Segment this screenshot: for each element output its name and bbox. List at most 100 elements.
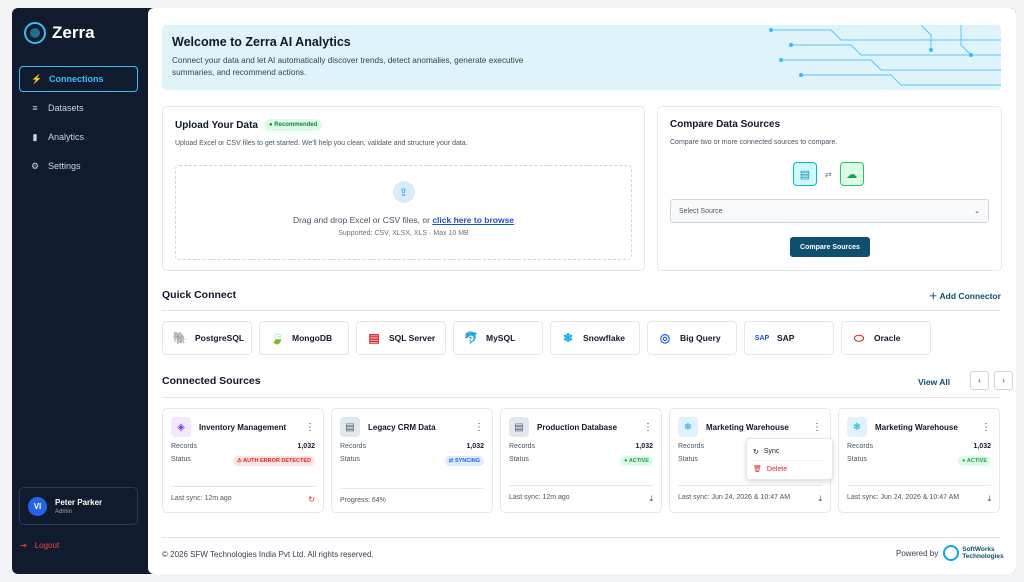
status-badge: ⇄ SYNCING (444, 456, 484, 466)
cube-icon: ◈ (171, 417, 191, 437)
sidebar-item-connections[interactable]: ⚡ Connections (19, 66, 138, 92)
user-card[interactable]: VI Peter Parker Admin (19, 487, 138, 525)
last-sync: Last sync: Jun 24, 2026 & 10:47 AM (847, 494, 960, 501)
upload-cloud-icon: ⇪ (392, 181, 415, 203)
source-select[interactable]: Select Source ⌄ (670, 199, 989, 223)
status-badge: ⚠ AUTH ERROR DETECTED (232, 456, 315, 466)
more-menu-icon[interactable]: ⋮ (812, 422, 822, 433)
add-connector-button[interactable]: ＋ Add Connector (929, 290, 1001, 302)
connector-postgresql[interactable]: 🐘 PostgreSQL (162, 321, 252, 355)
app-logo: Zerra (24, 22, 95, 44)
download-icon[interactable]: ⤓ (818, 494, 822, 504)
powered-by: Powered by SoftWorks Technologies (896, 545, 1004, 561)
snowflake-icon: ❄ (562, 331, 574, 345)
welcome-banner: Welcome to Zerra AI Analytics Connect yo… (162, 25, 1001, 90)
logout-button[interactable]: ⇥ Logout (20, 541, 59, 550)
sidebar-item-analytics[interactable]: ▮ Analytics (19, 124, 138, 150)
divider (162, 397, 1001, 398)
source-name: Inventory Management (199, 422, 287, 432)
connector-snowflake[interactable]: ❄ Snowflake (550, 321, 640, 355)
quick-connect-title: Quick Connect (162, 289, 237, 301)
sidebar-item-label: Connections (49, 74, 104, 84)
connector-sql-server[interactable]: ▤ SQL Server (356, 321, 446, 355)
source-name: Marketing Warehouse (875, 422, 958, 432)
more-menu-icon[interactable]: ⋮ (643, 422, 653, 433)
connector-mongodb[interactable]: 🍃 MongoDB (259, 321, 349, 355)
chevron-down-icon: ⌄ (974, 208, 980, 215)
sidebar-item-label: Datasets (48, 103, 84, 113)
menu-item-delete[interactable]: 🗑 Delete (753, 460, 826, 477)
retry-icon[interactable]: ↻ (308, 495, 315, 504)
quick-connect-list: 🐘 PostgreSQL 🍃 MongoDB ▤ SQL Server 🐬 MySQL … (162, 321, 931, 355)
sidebar-item-settings[interactable]: ⚙ Settings (19, 153, 138, 179)
app-window: Zerra ⚡ Connections ≡ Datasets ▮ Analyti… (12, 8, 1016, 574)
source-context-menu: ↻ Sync 🗑 Delete (746, 438, 833, 480)
status-badge: ● ACTIVE (620, 456, 653, 466)
download-icon[interactable]: ⤓ (987, 494, 991, 504)
cloud-icon: ☁ (839, 162, 864, 186)
sidebar: Zerra ⚡ Connections ≡ Datasets ▮ Analyti… (12, 8, 148, 574)
last-sync: Last sync: 12m ago (171, 495, 232, 502)
view-all-link[interactable]: View All (918, 377, 950, 387)
compare-icons: ▤ ⇄ ☁ (793, 162, 864, 186)
mysql-icon: 🐬 (463, 331, 479, 345)
file-dropzone[interactable]: ⇪ Drag and drop Excel or CSV files, or c… (175, 165, 632, 260)
connector-mysql[interactable]: 🐬 MySQL (453, 321, 543, 355)
upload-title: Upload Your Data (175, 119, 258, 131)
user-name: Peter Parker (55, 497, 103, 507)
prev-page-button[interactable]: ‹ (970, 371, 989, 390)
sidebar-nav: ⚡ Connections ≡ Datasets ▮ Analytics ⚙ S… (19, 66, 138, 182)
more-menu-icon[interactable]: ⋮ (474, 422, 484, 433)
source-card[interactable]: ❄ Marketing Warehouse ⋮ Records 1,032 Sta… (838, 408, 1000, 513)
compare-sources-button[interactable]: Compare Sources (790, 237, 870, 257)
trash-icon: 🗑 (753, 466, 762, 473)
footer-divider (162, 537, 1001, 538)
sidebar-item-label: Analytics (48, 132, 85, 142)
connector-sap[interactable]: SAP SAP (744, 321, 834, 355)
recommended-badge: ● Recommended (263, 119, 323, 131)
drop-instructions: Drag and drop Excel or CSV files, or cli… (292, 215, 515, 225)
postgresql-icon: 🐘 (172, 331, 188, 345)
source-name: Legacy CRM Data (368, 422, 436, 432)
status-badge: ● ACTIVE (958, 456, 991, 466)
compare-title: Compare Data Sources (670, 119, 781, 130)
bigquery-icon: ◎ (659, 331, 671, 345)
compare-card: Compare Data Sources Compare two or more… (657, 106, 1002, 271)
next-page-button[interactable]: › (994, 371, 1013, 390)
more-menu-icon[interactable]: ⋮ (305, 422, 315, 433)
server-icon: ▤ (340, 417, 360, 437)
avatar: VI (28, 496, 47, 516)
database-icon: ▤ (793, 162, 817, 186)
browse-link[interactable]: click here to browse (432, 215, 514, 225)
snowflake-icon: ❄ (678, 417, 698, 437)
sync-progress: Progress: 64% (340, 497, 386, 504)
main-content: Welcome to Zerra AI Analytics Connect yo… (148, 8, 1016, 574)
more-menu-icon[interactable]: ⋮ (981, 422, 991, 433)
records-value: 1,032 (635, 443, 653, 450)
bar-chart-icon: ▮ (32, 131, 38, 142)
menu-item-sync[interactable]: ↻ Sync (753, 443, 826, 460)
source-name: Production Database (537, 422, 618, 432)
oracle-icon: ⬭ (853, 330, 865, 345)
source-card[interactable]: ▤ Production Database ⋮ Records 1,032 Sta… (500, 408, 662, 513)
welcome-text: Connect your data and let AI automatical… (172, 56, 524, 78)
last-sync: Last sync: 12m ago (509, 494, 570, 501)
upload-card: Upload Your Data ● Recommended Upload Ex… (162, 106, 645, 271)
zerra-logo-icon (24, 22, 46, 44)
connector-oracle[interactable]: ⬭ Oracle (841, 321, 931, 355)
user-role: Admin (55, 508, 73, 515)
connected-sources-title: Connected Sources (162, 375, 261, 387)
source-card[interactable]: ▤ Legacy CRM Data ⋮ Records 1,032 Status ⇄… (331, 408, 493, 513)
connector-bigquery[interactable]: ◎ Big Query (647, 321, 737, 355)
sap-icon: SAP (754, 334, 770, 342)
source-card[interactable]: ◈ Inventory Management ⋮ Records 1,032 St… (162, 408, 324, 513)
sync-icon: ↻ (753, 448, 759, 456)
plus-icon: ＋ (929, 291, 940, 301)
softworks-logo-icon (943, 545, 960, 561)
download-icon[interactable]: ⤓ (649, 494, 653, 504)
chevron-left-icon: ‹ (978, 376, 981, 385)
circuit-decoration-icon (769, 25, 1001, 86)
bolt-icon: ⚡ (31, 73, 43, 84)
sidebar-item-datasets[interactable]: ≡ Datasets (19, 95, 138, 121)
records-value: 1,032 (297, 443, 315, 450)
